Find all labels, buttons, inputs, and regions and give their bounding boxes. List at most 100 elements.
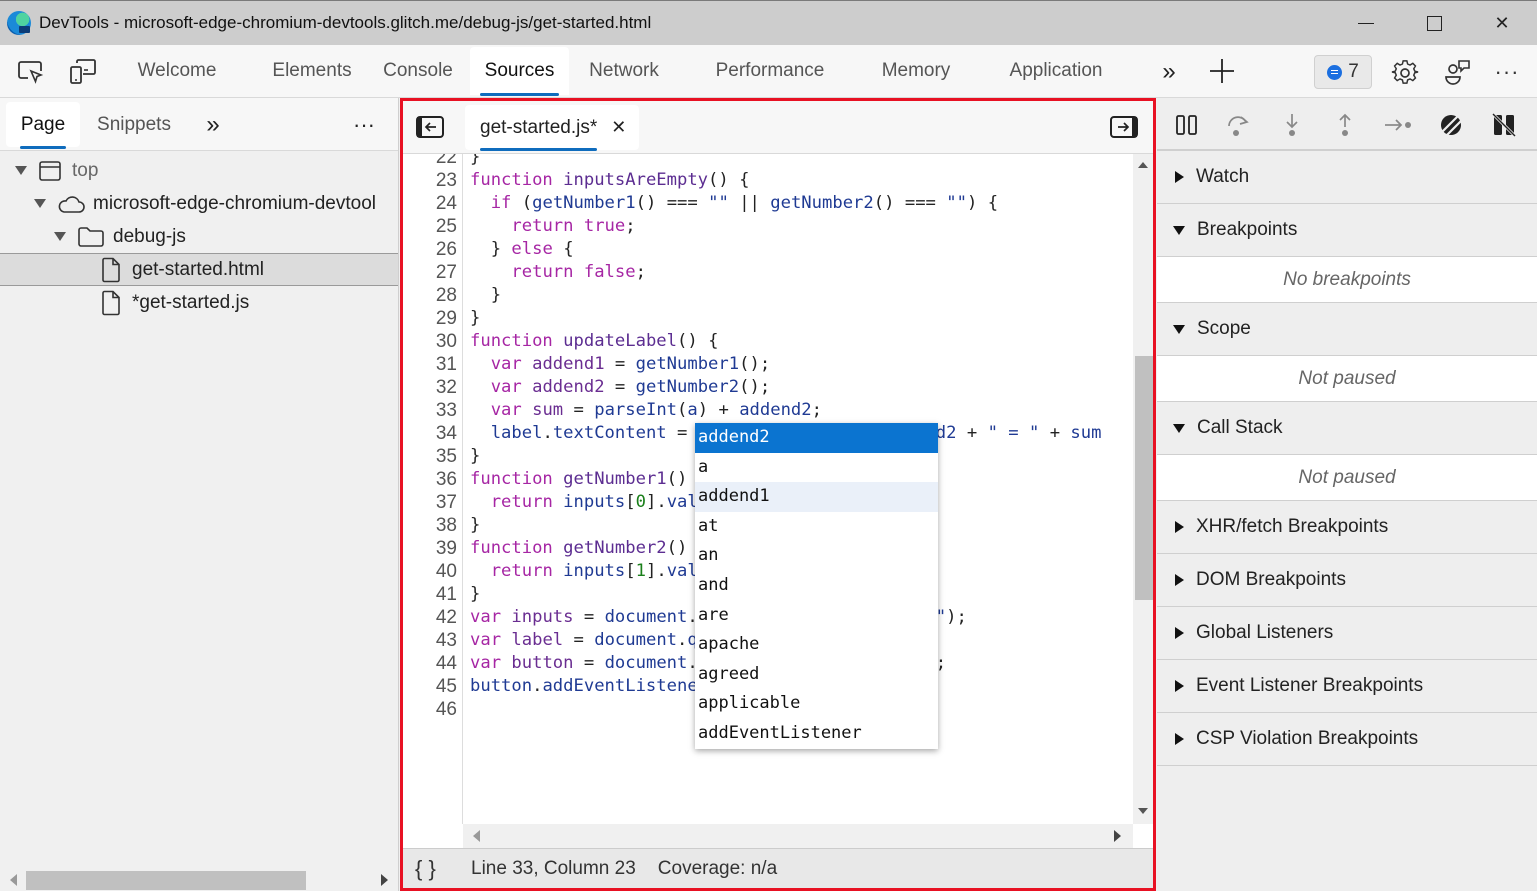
line-number[interactable]: 30 (403, 330, 457, 353)
tab-elements[interactable]: Elements (258, 47, 366, 95)
toggle-navigator-button[interactable] (415, 113, 445, 141)
scroll-up-icon[interactable] (1138, 162, 1148, 168)
navigator-horizontal-scrollbar[interactable] (0, 869, 398, 891)
scrollbar-thumb[interactable] (26, 871, 306, 890)
autocomplete-item[interactable]: apache (695, 630, 938, 660)
line-number[interactable]: 24 (403, 192, 457, 215)
pane-header-watch[interactable]: Watch (1157, 151, 1537, 204)
line-number[interactable]: 44 (403, 652, 457, 675)
line-number[interactable]: 38 (403, 514, 457, 537)
autocomplete-item[interactable]: a (695, 453, 938, 483)
inspect-element-button[interactable] (14, 55, 48, 89)
code-line[interactable]: 29} (403, 307, 1133, 330)
close-window-button[interactable]: ✕ (1468, 1, 1536, 46)
line-number[interactable]: 40 (403, 560, 457, 583)
tree-item-domain[interactable]: microsoft-edge-chromium-devtool (0, 187, 398, 220)
code-line[interactable]: 23 function inputsAreEmpty() { (403, 169, 1133, 192)
tab-performance[interactable]: Performance (700, 47, 840, 95)
line-number[interactable]: 29 (403, 307, 457, 330)
line-number[interactable]: 42 (403, 606, 457, 629)
tree-item-debug-js[interactable]: debug-js (0, 220, 398, 253)
pretty-print-button[interactable]: { } (415, 856, 455, 882)
pane-header-event-listener-breakpoints[interactable]: Event Listener Breakpoints (1157, 660, 1537, 713)
code-line[interactable]: 33 var sum = parseInt(a) + addend2; (403, 399, 1133, 422)
minimize-button[interactable] (1332, 1, 1400, 46)
tab-sources[interactable]: Sources (470, 47, 569, 96)
code-line[interactable]: 24 if (getNumber1() === "" || getNumber2… (403, 192, 1133, 215)
line-number[interactable]: 25 (403, 215, 457, 238)
line-number[interactable]: 37 (403, 491, 457, 514)
line-number[interactable]: 43 (403, 629, 457, 652)
step-over-button[interactable] (1222, 108, 1256, 142)
line-number[interactable]: 26 (403, 238, 457, 261)
autocomplete-item[interactable]: addend2 (695, 423, 938, 453)
device-emulation-button[interactable] (66, 55, 100, 89)
code-line[interactable]: 22} (403, 154, 1133, 169)
line-number[interactable]: 36 (403, 468, 457, 491)
more-navigator-tabs-button[interactable]: » (196, 102, 230, 147)
autocomplete-item[interactable]: at (695, 512, 938, 542)
pane-header-call-stack[interactable]: Call Stack (1157, 402, 1537, 455)
code-line[interactable]: 30 function updateLabel() { (403, 330, 1133, 353)
line-number[interactable]: 33 (403, 399, 457, 422)
code-line[interactable]: 28 } (403, 284, 1133, 307)
step-into-button[interactable] (1275, 108, 1309, 142)
tree-item-get-started-js[interactable]: *get-started.js (0, 286, 398, 319)
line-number[interactable]: 27 (403, 261, 457, 284)
scroll-left-icon[interactable] (10, 874, 17, 886)
tab-console[interactable]: Console (370, 47, 466, 95)
settings-button[interactable] (1387, 55, 1423, 91)
tree-item-get-started-html[interactable]: get-started.html (0, 253, 398, 286)
line-number[interactable]: 35 (403, 445, 457, 468)
code-line[interactable]: 26 } else { (403, 238, 1133, 261)
editor-vertical-scrollbar[interactable] (1133, 154, 1153, 824)
pane-header-csp-violation-breakpoints[interactable]: CSP Violation Breakpoints (1157, 713, 1537, 766)
code-line[interactable]: 25 return true; (403, 215, 1133, 238)
scroll-right-icon[interactable] (381, 874, 388, 886)
issues-badge-button[interactable]: 7 (1314, 55, 1372, 89)
customize-menu-button[interactable]: ··· (1490, 55, 1524, 89)
scroll-down-icon[interactable] (1138, 808, 1148, 814)
line-number[interactable]: 28 (403, 284, 457, 307)
pause-button[interactable] (1170, 108, 1204, 142)
maximize-button[interactable] (1400, 1, 1468, 46)
step-button[interactable] (1381, 108, 1415, 142)
pane-header-breakpoints[interactable]: Breakpoints (1157, 204, 1537, 257)
close-tab-icon[interactable]: ✕ (611, 117, 626, 138)
autocomplete-item[interactable]: agreed (695, 660, 938, 690)
tab-memory[interactable]: Memory (866, 47, 966, 95)
line-number[interactable]: 32 (403, 376, 457, 399)
navigator-menu-button[interactable]: ··· (344, 102, 384, 147)
autocomplete-item[interactable]: addend1 (695, 482, 938, 512)
autocomplete-item[interactable]: applicable (695, 689, 938, 719)
scroll-right-icon[interactable] (1114, 830, 1121, 842)
deactivate-breakpoints-button[interactable] (1434, 108, 1468, 142)
editor-horizontal-scrollbar[interactable] (463, 824, 1133, 848)
tab-welcome[interactable]: Welcome (120, 47, 234, 95)
scroll-left-icon[interactable] (473, 830, 480, 842)
tab-application[interactable]: Application (994, 47, 1118, 95)
tab-page[interactable]: Page (6, 102, 80, 149)
pane-header-scope[interactable]: Scope (1157, 303, 1537, 356)
feedback-button[interactable] (1440, 55, 1476, 91)
line-number[interactable]: 23 (403, 169, 457, 192)
pane-header-global-listeners[interactable]: Global Listeners (1157, 607, 1537, 660)
editor-tab-get-started-js[interactable]: get-started.js* ✕ (465, 105, 639, 151)
code-line[interactable]: 31 var addend1 = getNumber1(); (403, 353, 1133, 376)
more-tabs-button[interactable]: » (1152, 55, 1186, 89)
toggle-debugger-button[interactable] (1109, 113, 1139, 141)
autocomplete-item[interactable]: are (695, 601, 938, 631)
pane-header-dom-breakpoints[interactable]: DOM Breakpoints (1157, 554, 1537, 607)
scrollbar-thumb[interactable] (463, 824, 961, 844)
pane-header-xhr-fetch-breakpoints[interactable]: XHR/fetch Breakpoints (1157, 501, 1537, 554)
add-tool-button[interactable] (1204, 53, 1240, 89)
tree-item-top[interactable]: top (0, 154, 398, 187)
tab-network[interactable]: Network (574, 47, 674, 95)
code-line[interactable]: 32 var addend2 = getNumber2(); (403, 376, 1133, 399)
autocomplete-item[interactable]: addEventListener (695, 719, 938, 749)
autocomplete-item[interactable]: an (695, 541, 938, 571)
line-number[interactable]: 34 (403, 422, 457, 445)
autocomplete-item[interactable]: and (695, 571, 938, 601)
line-number[interactable]: 31 (403, 353, 457, 376)
line-number[interactable]: 45 (403, 675, 457, 698)
